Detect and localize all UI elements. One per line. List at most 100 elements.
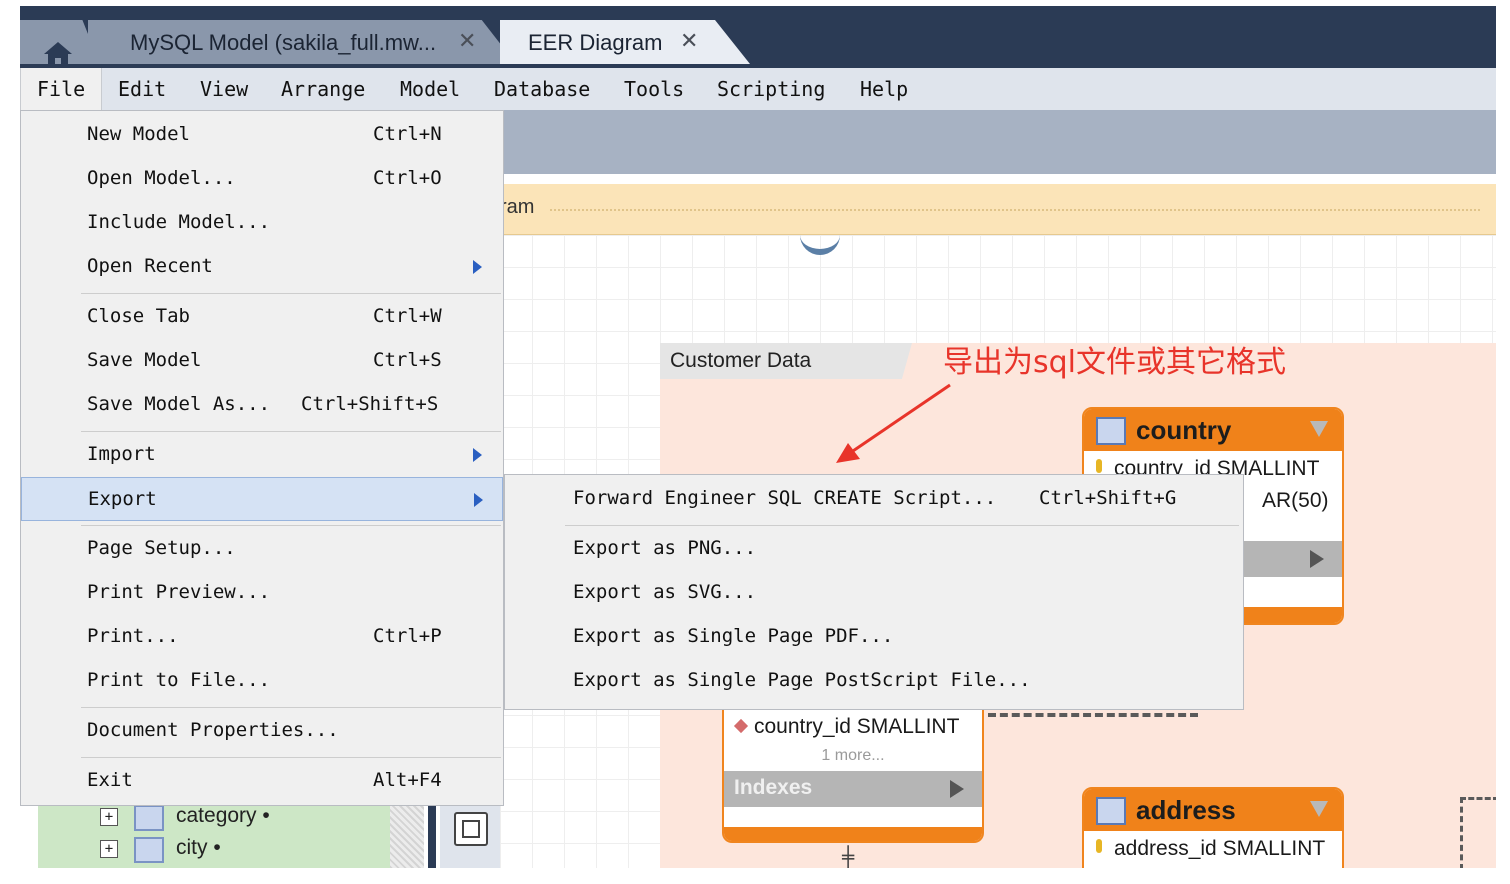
menu-item-page-setup[interactable]: Page Setup...	[21, 527, 503, 571]
relationship-marker-icon: ╪	[842, 845, 855, 868]
expand-icon[interactable]: +	[100, 840, 118, 858]
table-header[interactable]: country	[1084, 409, 1342, 451]
menu-item-label: Print Preview...	[87, 581, 271, 603]
menu-item-label: Print...	[87, 625, 179, 647]
menu-view[interactable]: View	[200, 68, 248, 110]
close-icon[interactable]: ✕	[458, 29, 476, 54]
menu-item-print[interactable]: Print... Ctrl+P	[21, 615, 503, 659]
menu-bar: File Edit View Arrange Model Database To…	[20, 68, 1496, 110]
indexes-label: Indexes	[734, 776, 813, 799]
column-label: country_id SMALLINT	[754, 715, 960, 738]
menu-item-label: Export as Single Page PostScript File...	[573, 669, 1031, 691]
shortcut-label: Ctrl+Shift+S	[301, 393, 439, 415]
table-header[interactable]: address	[1084, 789, 1342, 831]
divider	[428, 798, 436, 868]
table-city[interactable]: country_id SMALLINT 1 more... Indexes	[722, 689, 984, 843]
relationship-line[interactable]	[988, 713, 1198, 717]
collapse-icon[interactable]	[1310, 421, 1328, 437]
menu-item-export-svg[interactable]: Export as SVG...	[505, 571, 1243, 615]
menu-item-print-preview[interactable]: Print Preview...	[21, 571, 503, 615]
shortcut-label: Ctrl+P	[373, 625, 442, 647]
menu-tools[interactable]: Tools	[624, 68, 684, 110]
menu-separator	[565, 525, 1239, 526]
table-icon	[134, 837, 164, 863]
catalog-tree: + category • + city •	[38, 798, 390, 868]
menu-separator	[81, 707, 501, 708]
menu-item-label: Export	[88, 488, 157, 510]
menu-item-save-model-as[interactable]: Save Model As... Ctrl+Shift+S	[21, 383, 503, 427]
expand-icon[interactable]	[950, 780, 964, 798]
expand-icon[interactable]	[1310, 550, 1324, 568]
menu-scripting[interactable]: Scripting	[717, 68, 825, 110]
menu-item-export-postscript[interactable]: Export as Single Page PostScript File...	[505, 659, 1243, 703]
menu-item-print-to-file[interactable]: Print to File...	[21, 659, 503, 703]
tab-label: EER Diagram	[528, 30, 663, 55]
menu-edit[interactable]: Edit	[118, 68, 166, 110]
table-footer	[724, 827, 982, 841]
submenu-arrow-icon	[474, 493, 483, 507]
tree-label: city •	[176, 836, 221, 859]
tree-label: category •	[176, 804, 270, 827]
menu-database[interactable]: Database	[494, 68, 590, 110]
menu-item-label: Export as SVG...	[573, 581, 757, 603]
menu-item-export[interactable]: Export	[21, 477, 503, 521]
submenu-arrow-icon	[473, 260, 482, 274]
expand-icon[interactable]: +	[100, 808, 118, 826]
table-title: address	[1136, 795, 1236, 825]
menu-item-label: Export as PNG...	[573, 537, 757, 559]
annotation-arrow-icon	[836, 383, 951, 463]
menu-item-label: Forward Engineer SQL CREATE Script...	[573, 487, 997, 509]
menu-item-label: Import	[87, 443, 156, 465]
menu-file[interactable]: File	[20, 68, 103, 110]
shortcut-label: Alt+F4	[373, 769, 442, 791]
table-icon	[1096, 797, 1126, 825]
layer-label[interactable]: Customer Data	[660, 343, 912, 379]
table-title: country	[1136, 415, 1232, 445]
menu-arrange[interactable]: Arrange	[281, 68, 365, 110]
tab-eer-diagram[interactable]: EER Diagram ✕	[500, 20, 750, 64]
menu-item-export-png[interactable]: Export as PNG...	[505, 527, 1243, 571]
menu-help[interactable]: Help	[860, 68, 908, 110]
close-icon[interactable]: ✕	[680, 29, 698, 54]
column-row[interactable]: country_id SMALLINT	[724, 711, 982, 747]
menu-item-export-pdf[interactable]: Export as Single Page PDF...	[505, 615, 1243, 659]
primary-key-icon	[1096, 839, 1102, 853]
more-columns-text[interactable]: 1 more...	[724, 747, 982, 771]
menu-item-document-properties[interactable]: Document Properties...	[21, 709, 503, 753]
table-icon	[134, 805, 164, 831]
menu-item-import[interactable]: Import	[21, 433, 503, 477]
home-icon	[44, 42, 72, 64]
tab-mysql-model[interactable]: MySQL Model (sakila_full.mw... ✕	[88, 20, 516, 64]
menu-item-close-tab[interactable]: Close Tab Ctrl+W	[21, 295, 503, 339]
menu-item-include-model[interactable]: Include Model...	[21, 201, 503, 245]
menu-item-open-recent[interactable]: Open Recent	[21, 245, 503, 289]
collapse-icon[interactable]	[1310, 801, 1328, 817]
primary-key-icon	[1096, 459, 1102, 473]
column-row[interactable]: address_id SMALLINT	[1084, 831, 1342, 867]
menu-model[interactable]: Model	[400, 68, 460, 110]
column-label: AR(50)	[1262, 489, 1329, 512]
relationship-line[interactable]	[1460, 797, 1496, 868]
image-tool-icon[interactable]	[454, 812, 488, 846]
tree-item-city[interactable]: + city •	[38, 834, 390, 866]
menu-item-label: Exit	[87, 769, 133, 791]
export-submenu: Forward Engineer SQL CREATE Script... Ct…	[504, 474, 1244, 710]
table-address[interactable]: address address_id SMALLINT	[1082, 787, 1344, 868]
tree-item-category[interactable]: + category •	[38, 802, 390, 834]
menu-item-exit[interactable]: Exit Alt+F4	[21, 759, 503, 803]
panel-splitter[interactable]	[390, 798, 424, 868]
menu-item-label: Page Setup...	[87, 537, 236, 559]
menu-separator	[81, 525, 501, 526]
layer-title: Customer Data	[670, 349, 812, 372]
diagram-info-bar: ram	[500, 184, 1496, 235]
menu-item-label: Save Model	[87, 349, 202, 371]
menu-item-new-model[interactable]: New Model Ctrl+N	[21, 113, 503, 157]
table-icon	[1096, 417, 1126, 445]
menu-item-label: Close Tab	[87, 305, 190, 327]
submenu-arrow-icon	[473, 448, 482, 462]
menu-item-open-model[interactable]: Open Model... Ctrl+O	[21, 157, 503, 201]
menu-item-save-model[interactable]: Save Model Ctrl+S	[21, 339, 503, 383]
indexes-section[interactable]: Indexes	[724, 771, 982, 807]
menu-item-forward-engineer[interactable]: Forward Engineer SQL CREATE Script... Ct…	[505, 477, 1243, 521]
info-text: ram	[500, 196, 535, 218]
